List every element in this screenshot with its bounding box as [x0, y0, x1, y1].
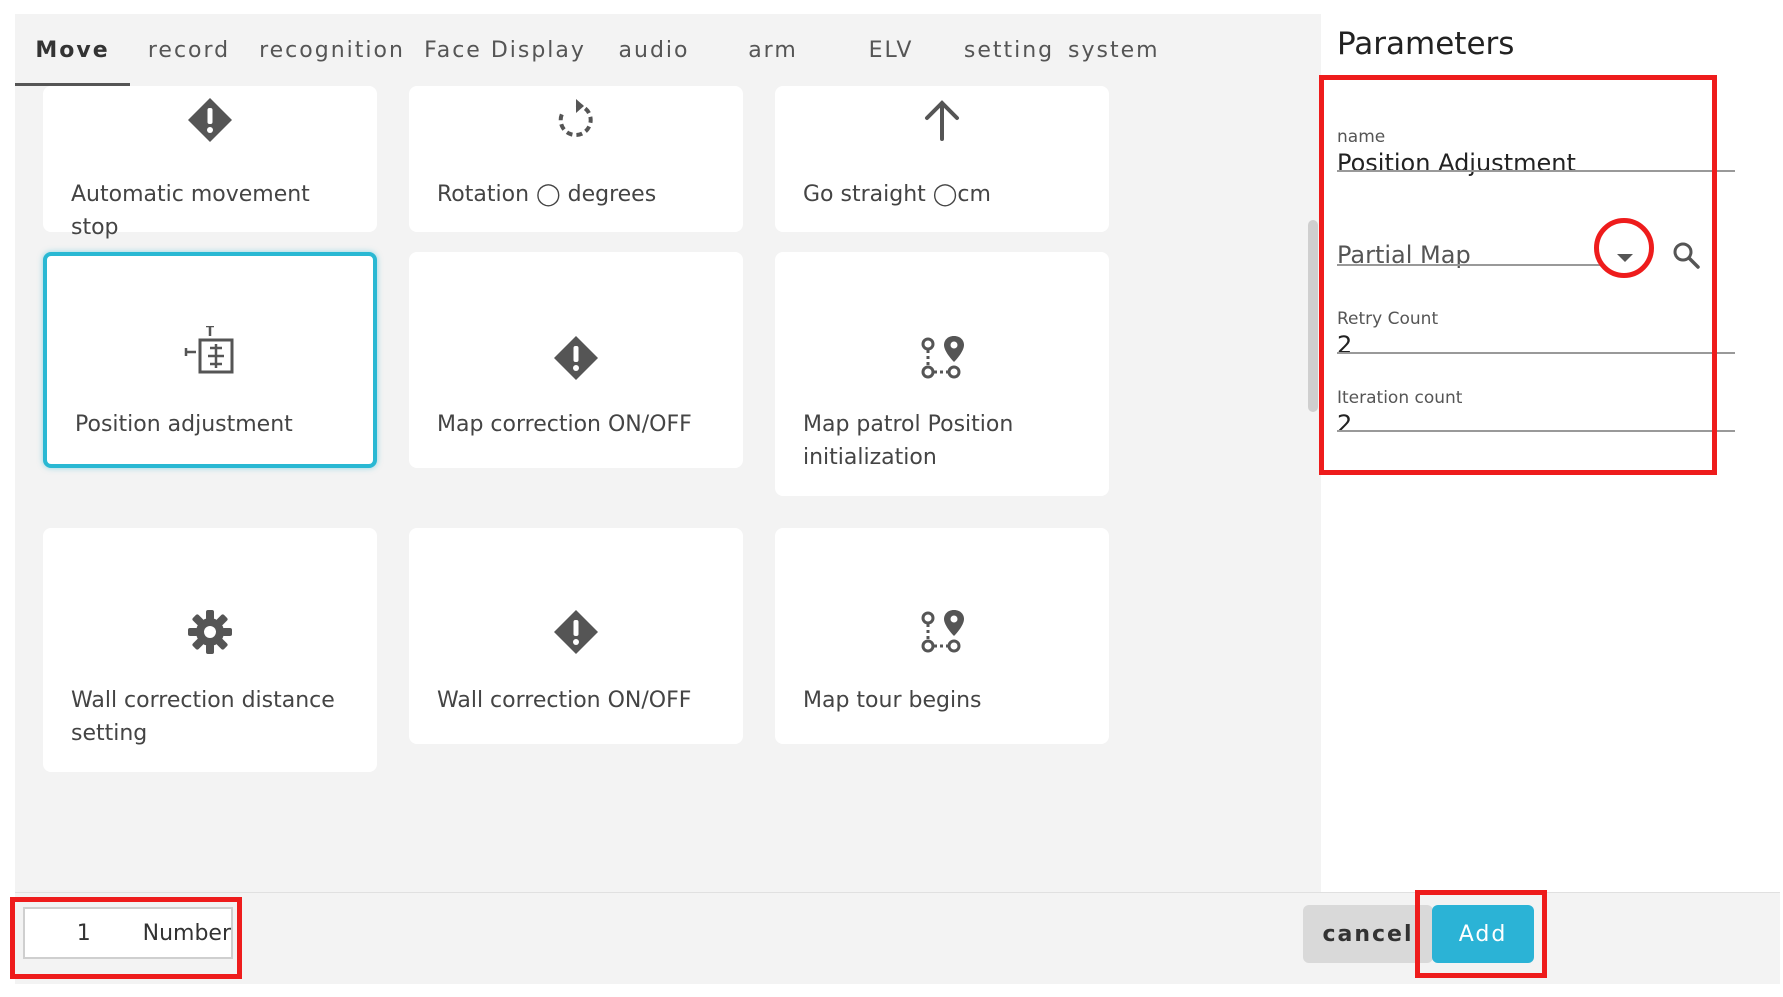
card-label: Map tour begins	[803, 688, 982, 713]
scroll-thumb[interactable]	[1308, 220, 1318, 412]
route-pin-icon	[916, 606, 968, 658]
grid-scrollbar[interactable]	[1304, 86, 1321, 892]
card-label: Automatic movement stop	[71, 182, 310, 240]
tab-audio[interactable]: audio	[594, 14, 714, 86]
tab-system[interactable]: system	[1068, 14, 1178, 86]
card-go-straight[interactable]: Go straight ◯cm	[775, 86, 1109, 232]
tab-setting[interactable]: setting	[950, 14, 1068, 86]
name-field-underline	[1337, 170, 1735, 172]
card-wall-correction-distance[interactable]: Wall correction distance setting	[43, 528, 377, 772]
card-map-tour-begins[interactable]: Map tour begins	[775, 528, 1109, 744]
number-input[interactable]: 1 Number	[23, 907, 233, 959]
rotate-icon	[550, 94, 602, 146]
number-value: 1	[76, 920, 91, 946]
iteration-count-label: Iteration count	[1337, 388, 1463, 408]
position-adjust-icon	[184, 326, 236, 378]
highlight-circle	[1594, 218, 1654, 278]
retry-count-label: Retry Count	[1337, 309, 1439, 329]
chevron-down-icon[interactable]	[1617, 254, 1633, 262]
tab-arm[interactable]: arm	[714, 14, 832, 86]
arrow-up-icon	[916, 94, 968, 146]
card-automatic-movement-stop[interactable]: Automatic movement stop	[43, 86, 377, 240]
iteration-count-field[interactable]: 2	[1337, 410, 1352, 438]
warning-diamond-icon	[550, 606, 602, 658]
name-field[interactable]: Position Adjustment	[1337, 149, 1576, 177]
bottom-bar: 1 Number cancel Add	[10, 890, 1780, 984]
partial-map-underline	[1337, 264, 1605, 266]
search-icon[interactable]	[1671, 240, 1705, 274]
card-label: Position adjustment	[75, 412, 293, 437]
tab-elv[interactable]: ELV	[832, 14, 950, 86]
tab-recognition[interactable]: recognition	[248, 14, 416, 86]
card-label: Rotation ◯ degrees	[437, 182, 657, 207]
warning-diamond-icon	[550, 332, 602, 384]
number-unit: Number	[142, 920, 231, 946]
parameters-panel: Parameters name Position Adjustment Part…	[1319, 14, 1780, 892]
app-window: Move record recognition Face Display aud…	[10, 14, 1780, 984]
action-card-grid: Automatic movement stop Rotation ◯ degre…	[15, 86, 1321, 892]
retry-count-underline	[1337, 352, 1735, 354]
tab-record[interactable]: record	[130, 14, 248, 86]
cancel-button[interactable]: cancel	[1303, 905, 1433, 963]
iteration-count-underline	[1337, 430, 1735, 432]
card-map-patrol-init[interactable]: Map patrol Position initialization	[775, 252, 1109, 496]
card-position-adjustment[interactable]: Position adjustment	[43, 252, 377, 468]
tab-move[interactable]: Move	[15, 14, 130, 86]
card-map-correction[interactable]: Map correction ON/OFF	[409, 252, 743, 468]
retry-count-field[interactable]: 2	[1337, 331, 1352, 359]
card-rotation[interactable]: Rotation ◯ degrees	[409, 86, 743, 232]
card-label: Map correction ON/OFF	[437, 412, 692, 437]
tab-bar: Move record recognition Face Display aud…	[15, 14, 1321, 86]
card-label: Go straight ◯cm	[803, 182, 991, 207]
card-label: Wall correction distance setting	[71, 688, 335, 746]
route-pin-icon	[916, 332, 968, 384]
name-field-label: name	[1337, 127, 1386, 147]
parameters-title: Parameters	[1337, 26, 1515, 62]
warning-diamond-icon	[184, 94, 236, 146]
add-button[interactable]: Add	[1432, 905, 1534, 963]
gear-icon	[184, 606, 236, 658]
card-label: Wall correction ON/OFF	[437, 688, 692, 713]
card-label: Map patrol Position initialization	[803, 412, 1014, 470]
card-wall-correction[interactable]: Wall correction ON/OFF	[409, 528, 743, 744]
tab-face-display[interactable]: Face Display	[416, 14, 594, 86]
